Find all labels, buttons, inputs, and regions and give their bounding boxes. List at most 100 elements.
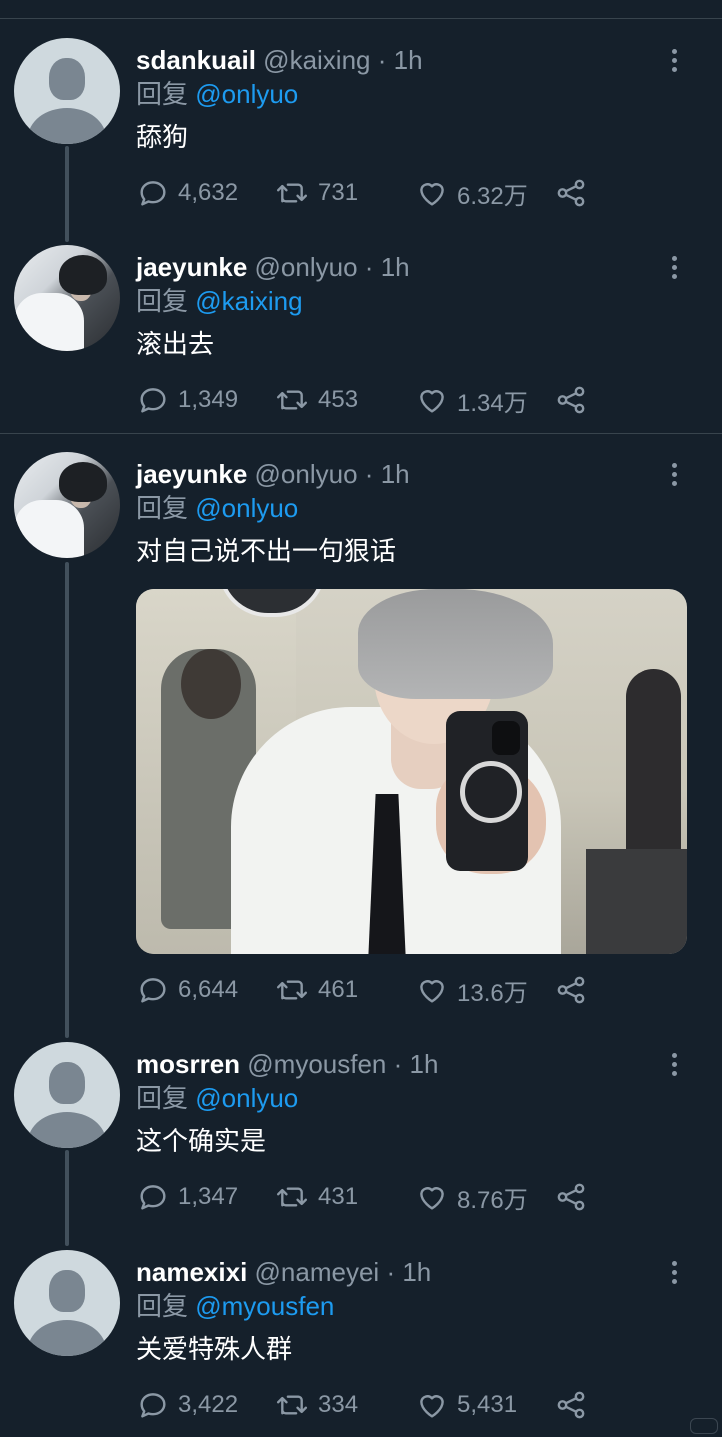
tweet-text: 舔狗 [136,122,189,152]
tweet-text: 关爱特殊人群 [136,1334,293,1364]
share-icon [557,1183,585,1211]
retweet-icon [276,390,308,410]
separator-dot: · [364,459,374,489]
retweet-button[interactable]: 431 [274,1180,358,1214]
display-name[interactable]: jaeyunke [136,252,247,282]
user-handle[interactable]: @nameyei [255,1257,380,1287]
reply-to-line: 回复 @onlyuo [136,78,298,110]
tweet-text: 滚出去 [136,329,215,359]
reply-prefix: 回复 [136,1083,189,1113]
retweet-count: 453 [318,386,359,413]
tweet-text: 这个确实是 [136,1126,267,1156]
avatar[interactable] [14,245,120,351]
reply-button[interactable]: 1,349 [136,383,238,417]
retweet-icon [276,980,308,1000]
like-button[interactable]: 8.76万 [415,1180,528,1214]
display-name[interactable]: sdankuail [136,45,256,75]
like-count: 5,431 [457,1391,518,1418]
timestamp[interactable]: 1h [394,45,423,75]
tweet-header: namexixi @nameyei · 1h [136,1256,431,1288]
more-icon[interactable] [664,458,684,490]
more-icon[interactable] [664,1256,684,1288]
user-handle[interactable]: @kaixing [263,45,370,75]
action-bar: 3,422 334 5,431 [136,1388,616,1422]
action-bar: 1,347 431 8.76万 [136,1180,616,1214]
thread-divider [0,433,722,434]
reply-mention-link[interactable]: @kaixing [195,286,302,316]
reply-mention-link[interactable]: @onlyuo [195,79,298,109]
reply-icon [140,388,166,413]
thread-line [65,562,69,1038]
avatar[interactable] [14,1250,120,1356]
user-handle[interactable]: @onlyuo [255,252,358,282]
timestamp[interactable]: 1h [381,252,410,282]
avatar[interactable] [14,1042,120,1148]
retweet-button[interactable]: 453 [274,383,358,417]
display-name[interactable]: mosrren [136,1049,240,1079]
like-button[interactable]: 5,431 [415,1388,517,1422]
reply-prefix: 回复 [136,1291,189,1321]
tweet-header: mosrren @myousfen · 1h [136,1048,438,1080]
share-icon [557,1391,585,1419]
avatar[interactable] [14,452,120,558]
thread-line [65,146,69,242]
share-button[interactable] [554,1180,588,1214]
like-button[interactable]: 6.32万 [415,176,528,210]
share-button[interactable] [554,176,588,210]
reply-icon [140,1185,166,1210]
retweet-count: 731 [318,179,359,206]
like-icon [420,183,444,206]
more-icon[interactable] [664,1048,684,1080]
timestamp[interactable]: 1h [410,1049,439,1079]
like-button[interactable]: 13.6万 [415,973,528,1007]
retweet-count: 461 [318,976,359,1003]
tweet-photo[interactable] [136,589,687,954]
share-button[interactable] [554,973,588,1007]
like-icon [420,980,444,1003]
reply-prefix: 回复 [136,493,189,523]
reply-button[interactable]: 6,644 [136,973,238,1007]
watermark-logo [690,1418,718,1434]
tweet-header: sdankuail @kaixing · 1h [136,44,423,76]
action-bar: 1,349 453 1.34万 [136,383,616,417]
share-button[interactable] [554,383,588,417]
reply-count: 1,349 [178,386,239,413]
timestamp[interactable]: 1h [381,459,410,489]
reply-icon [140,978,166,1003]
reply-icon [140,1393,166,1418]
more-icon[interactable] [664,251,684,283]
user-handle[interactable]: @myousfen [247,1049,386,1079]
reply-button[interactable]: 1,347 [136,1180,238,1214]
retweet-icon [276,1395,308,1415]
display-name[interactable]: jaeyunke [136,459,247,489]
retweet-count: 431 [318,1183,359,1210]
tweet-text: 对自己说不出一句狠话 [136,536,397,566]
more-icon[interactable] [664,44,684,76]
reply-to-line: 回复 @onlyuo [136,1082,298,1114]
share-icon [557,386,585,414]
separator-dot: · [393,1049,403,1079]
retweet-button[interactable]: 334 [274,1388,358,1422]
like-count: 6.32万 [457,182,528,210]
avatar[interactable] [14,38,120,144]
tweet-header: jaeyunke @onlyuo · 1h [136,251,410,283]
retweet-button[interactable]: 731 [274,176,358,210]
display-name[interactable]: namexixi [136,1257,247,1287]
separator-dot: · [386,1257,396,1287]
action-bar: 6,644 461 13.6万 [136,973,616,1007]
like-button[interactable]: 1.34万 [415,383,528,417]
reply-to-line: 回复 @kaixing [136,285,303,317]
like-icon [420,1187,444,1210]
top-divider [0,18,722,19]
share-button[interactable] [554,1388,588,1422]
retweet-icon [276,183,308,203]
reply-mention-link[interactable]: @myousfen [195,1291,334,1321]
retweet-button[interactable]: 461 [274,973,358,1007]
reply-mention-link[interactable]: @onlyuo [195,1083,298,1113]
reply-button[interactable]: 3,422 [136,1388,238,1422]
user-handle[interactable]: @onlyuo [255,459,358,489]
reply-button[interactable]: 4,632 [136,176,238,210]
reply-mention-link[interactable]: @onlyuo [195,493,298,523]
action-bar: 4,632 731 6.32万 [136,176,616,210]
timestamp[interactable]: 1h [402,1257,431,1287]
